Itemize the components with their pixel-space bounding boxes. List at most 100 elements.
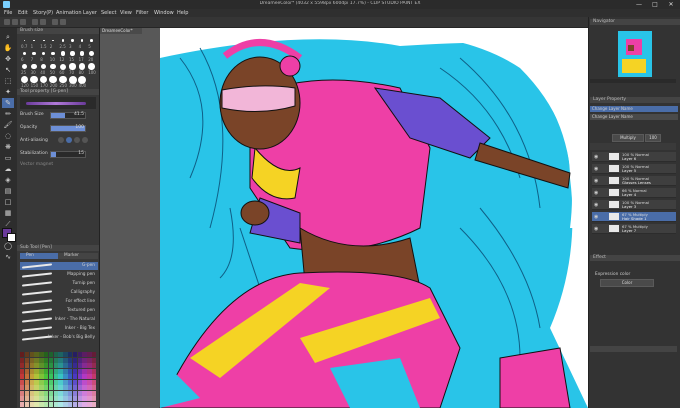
color-swatch[interactable] xyxy=(53,374,58,379)
color-swatch[interactable] xyxy=(58,374,63,379)
brush-icon[interactable]: 🖌 xyxy=(2,120,14,130)
brush-size-preset[interactable]: 7 xyxy=(30,49,39,62)
layer-row[interactable]: ◉ 100 % Normal Layer 5 xyxy=(592,164,676,174)
color-swatch[interactable] xyxy=(68,379,73,385)
layer-opacity-field[interactable]: 100 xyxy=(645,134,661,142)
color-swatch[interactable] xyxy=(77,374,82,379)
color-swatch[interactable] xyxy=(72,357,78,363)
decoration-icon[interactable]: ❋ xyxy=(2,142,14,152)
color-swatch[interactable] xyxy=(87,401,92,407)
stabilization-slider[interactable]: 15 xyxy=(50,151,86,158)
brush-size-preset[interactable]: 20 xyxy=(87,49,96,62)
brush-size-preset[interactable]: 80 xyxy=(78,62,87,75)
color-swatch[interactable] xyxy=(39,368,44,374)
visibility-eye-icon[interactable]: ◉ xyxy=(594,154,598,160)
color-swatch[interactable] xyxy=(48,368,54,374)
color-swatch[interactable] xyxy=(29,357,34,363)
color-swatch[interactable] xyxy=(92,352,97,357)
color-swatch[interactable] xyxy=(87,379,92,385)
color-swatch[interactable] xyxy=(82,401,87,407)
color-swatch[interactable] xyxy=(29,352,34,357)
brush-size-preset[interactable]: 120 xyxy=(20,75,29,88)
brush-size-preset[interactable]: 250 xyxy=(58,75,67,88)
color-swatch[interactable] xyxy=(87,374,92,379)
color-set-palette[interactable] xyxy=(20,352,98,408)
color-swatch[interactable] xyxy=(24,396,30,401)
subtool-item[interactable]: Mapping pen xyxy=(20,271,98,279)
visibility-eye-icon[interactable]: ◉ xyxy=(594,178,598,184)
brush-size-preset[interactable]: 8 xyxy=(39,49,48,62)
subtool-item[interactable]: Calligraphy xyxy=(20,289,98,297)
brush-size-preset[interactable]: 170 xyxy=(39,75,48,88)
color-swatch[interactable] xyxy=(29,385,34,390)
color-swatch[interactable] xyxy=(92,390,97,396)
hand-icon[interactable]: ✋ xyxy=(2,43,14,53)
color-swatch[interactable] xyxy=(63,396,68,401)
color-swatch[interactable] xyxy=(82,396,87,401)
color-swatch[interactable] xyxy=(87,385,92,390)
color-swatch[interactable] xyxy=(68,374,73,379)
color-swatch[interactable] xyxy=(82,357,87,363)
brush-size-preset[interactable]: 12 xyxy=(58,49,67,62)
color-swatch[interactable] xyxy=(53,385,58,390)
brush-size-preset[interactable]: 1 xyxy=(30,36,39,49)
color-swatch[interactable] xyxy=(39,352,44,357)
gradient-icon[interactable]: ▤ xyxy=(2,186,14,196)
color-swatch[interactable] xyxy=(68,357,73,363)
auto-select-icon[interactable]: ✦ xyxy=(2,87,14,97)
visibility-eye-icon[interactable]: ◉ xyxy=(594,202,598,208)
color-swatch[interactable] xyxy=(48,390,54,396)
color-swatch[interactable] xyxy=(29,401,34,407)
fill-icon[interactable]: ◈ xyxy=(2,175,14,185)
color-swatch[interactable] xyxy=(34,390,39,396)
color-swatch[interactable] xyxy=(77,357,82,363)
color-swatch[interactable] xyxy=(48,401,54,407)
correct-line-icon[interactable]: ∿ xyxy=(2,252,14,262)
color-swatch[interactable] xyxy=(29,363,34,368)
color-swatch[interactable] xyxy=(39,379,44,385)
color-swatch[interactable] xyxy=(53,396,58,401)
color-swatch[interactable] xyxy=(34,396,39,401)
color-swatch[interactable] xyxy=(58,352,63,357)
color-swatch[interactable] xyxy=(72,368,78,374)
brush-size-preset[interactable]: 40 xyxy=(39,62,48,75)
color-swatch[interactable] xyxy=(29,368,34,374)
color-swatch[interactable] xyxy=(20,368,25,374)
save-icon[interactable] xyxy=(20,19,26,25)
blend-icon[interactable]: ☁ xyxy=(2,164,14,174)
color-swatch[interactable] xyxy=(48,352,54,357)
color-swatch[interactable] xyxy=(77,368,82,374)
brush-size-preset[interactable]: 1.5 xyxy=(39,36,48,49)
color-swatch[interactable] xyxy=(68,385,73,390)
color-swatch[interactable] xyxy=(58,379,63,385)
color-swatch[interactable] xyxy=(68,390,73,396)
color-swatch[interactable] xyxy=(20,363,25,368)
color-swatch[interactable] xyxy=(34,363,39,368)
color-swatch[interactable] xyxy=(24,379,30,385)
color-swatch[interactable] xyxy=(29,374,34,379)
visibility-eye-icon[interactable]: ◉ xyxy=(594,190,598,196)
color-swatch[interactable] xyxy=(68,352,73,357)
figure-icon[interactable]: □ xyxy=(2,197,14,207)
color-swatch[interactable] xyxy=(24,374,30,379)
color-swatch[interactable] xyxy=(92,396,97,401)
color-swatch[interactable] xyxy=(87,396,92,401)
color-swatch[interactable] xyxy=(77,385,82,390)
color-swatch[interactable] xyxy=(39,374,44,379)
color-swatch[interactable] xyxy=(20,401,25,407)
color-swatch[interactable] xyxy=(63,368,68,374)
brush-size-preset[interactable]: 60 xyxy=(58,62,67,75)
menu-layer[interactable]: Layer xyxy=(83,9,97,17)
color-swatch[interactable] xyxy=(53,379,58,385)
layer-row[interactable]: ◉ 100 % Normal Glasses Lenses xyxy=(592,176,676,186)
color-swatch[interactable] xyxy=(92,363,97,368)
color-swatch[interactable] xyxy=(63,374,68,379)
color-swatch[interactable] xyxy=(48,379,54,385)
color-swatch[interactable] xyxy=(68,396,73,401)
color-swatch[interactable] xyxy=(34,374,39,379)
change-layer-name-label[interactable]: Change Layer Name xyxy=(590,106,678,112)
color-swatch[interactable] xyxy=(92,374,97,379)
color-swatch[interactable] xyxy=(82,374,87,379)
color-swatch[interactable] xyxy=(24,385,30,390)
color-swatch[interactable] xyxy=(63,390,68,396)
